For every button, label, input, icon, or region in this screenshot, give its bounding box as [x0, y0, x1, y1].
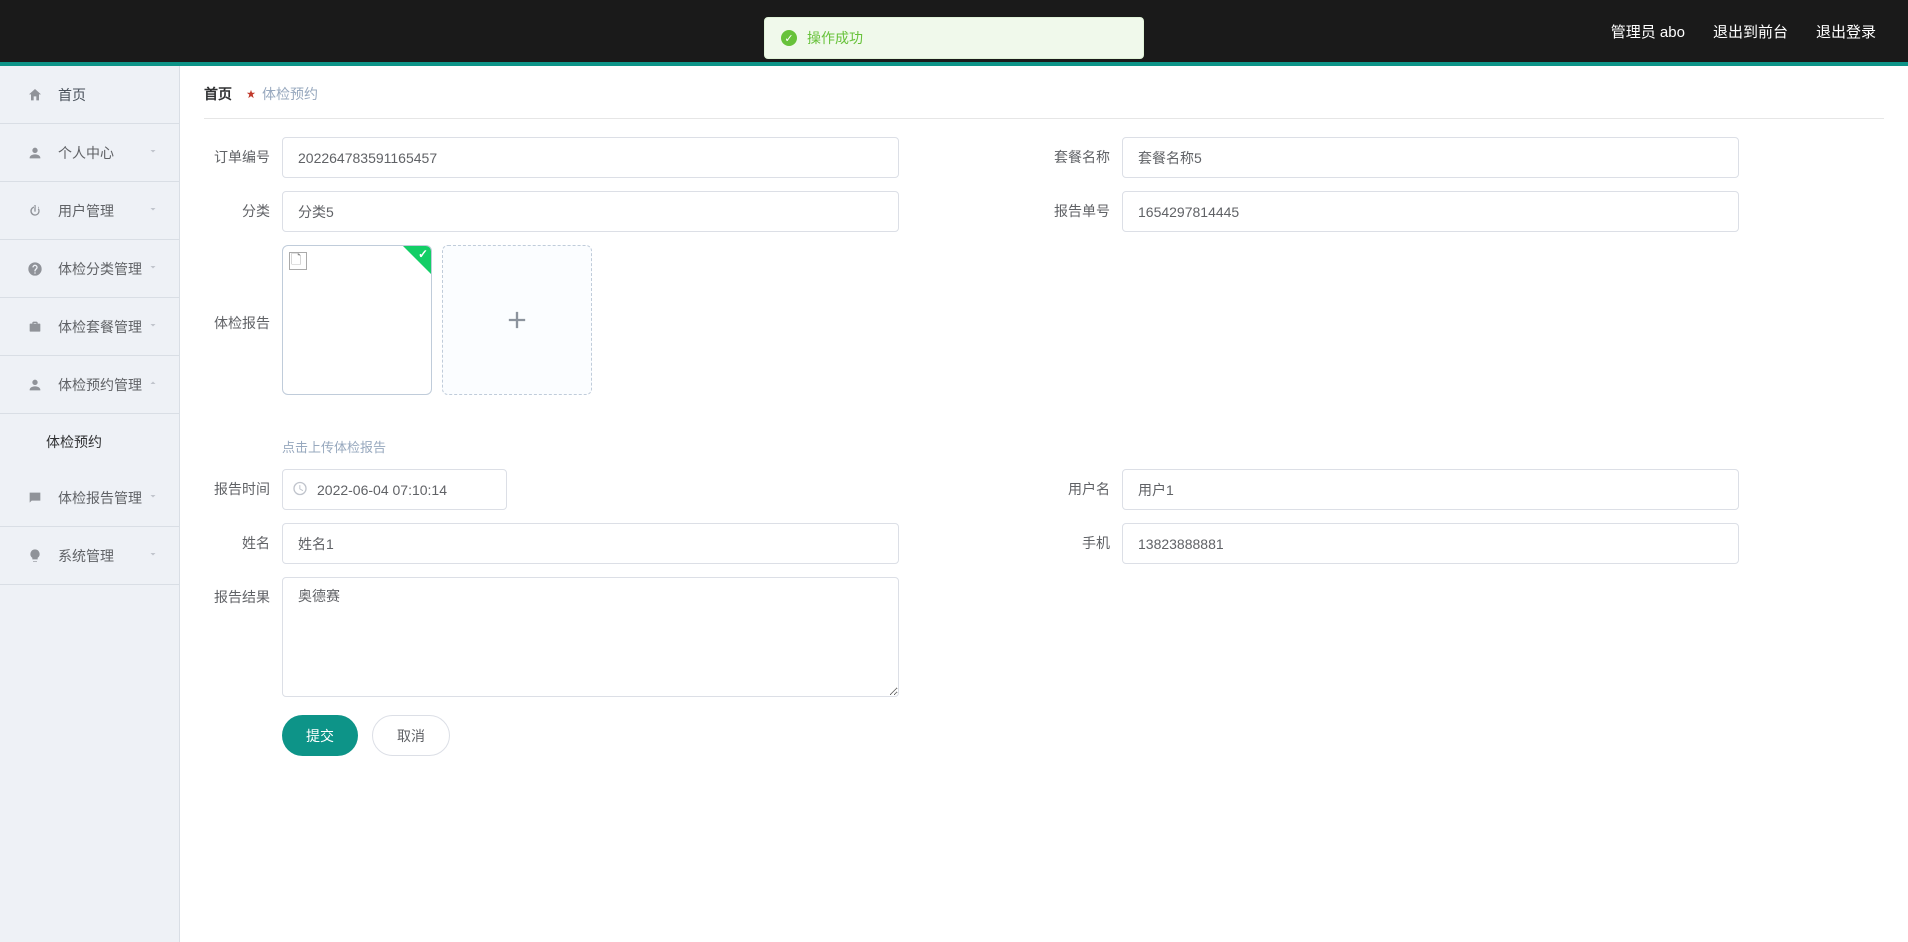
sidebar-item-category[interactable]: 体检分类管理 [0, 240, 179, 298]
sidebar-subitem-label: 体检预约 [46, 432, 102, 452]
sidebar-home-label: 首页 [58, 85, 86, 105]
home-icon [26, 87, 44, 103]
broken-image-icon [289, 252, 307, 270]
bulb-icon [26, 548, 44, 564]
chevron-up-icon [147, 377, 159, 392]
user-icon [26, 377, 44, 393]
user-icon [26, 145, 44, 161]
upload-add-button[interactable] [442, 245, 592, 395]
sidebar-item-label: 用户管理 [58, 201, 114, 221]
upload-area [282, 245, 1044, 395]
logout-link[interactable]: 退出登录 [1816, 21, 1876, 42]
submit-button[interactable]: 提交 [282, 715, 358, 756]
label-user: 用户名 [1044, 469, 1122, 499]
input-report-time[interactable] [282, 469, 507, 510]
toast-text: 操作成功 [807, 28, 863, 48]
exit-front-link[interactable]: 退出到前台 [1713, 21, 1788, 42]
main-content: 首页 体检预约 订单编号 套餐名称 分类 [180, 66, 1908, 942]
breadcrumb-current: 体检预约 [262, 84, 318, 104]
sidebar-item-report[interactable]: 体检报告管理 [0, 469, 179, 527]
chevron-down-icon [147, 261, 159, 276]
textarea-result[interactable] [282, 577, 899, 697]
app-header: ✓ 操作成功 管理员 abo 退出到前台 退出登录 [0, 0, 1908, 66]
input-category[interactable] [282, 191, 899, 232]
plus-icon [503, 306, 531, 334]
sidebar-item-users[interactable]: 用户管理 [0, 182, 179, 240]
sidebar-item-label: 体检报告管理 [58, 488, 142, 508]
sidebar-item-label: 体检预约管理 [58, 375, 142, 395]
input-name[interactable] [282, 523, 899, 564]
briefcase-icon [26, 319, 44, 335]
breadcrumb: 首页 体检预约 [204, 66, 1884, 119]
breadcrumb-sep-icon [246, 87, 256, 102]
input-report-no[interactable] [1122, 191, 1739, 232]
chevron-down-icon [147, 319, 159, 334]
input-package-name[interactable] [1122, 137, 1739, 178]
chevron-down-icon [147, 203, 159, 218]
form: 订单编号 套餐名称 分类 报告单号 [204, 137, 1884, 756]
sidebar-item-booking[interactable]: 体检预约管理 [0, 356, 179, 414]
chevron-down-icon [147, 548, 159, 563]
label-order-no: 订单编号 [204, 137, 282, 167]
label-name: 姓名 [204, 523, 282, 553]
sidebar-item-label: 系统管理 [58, 546, 114, 566]
power-icon [26, 203, 44, 219]
input-order-no[interactable] [282, 137, 899, 178]
admin-label[interactable]: 管理员 abo [1611, 21, 1685, 42]
sidebar: 首页 个人中心 用户管理 体检分类管理 [0, 66, 180, 942]
sidebar-item-personal[interactable]: 个人中心 [0, 124, 179, 182]
question-icon [26, 261, 44, 277]
chevron-down-icon [147, 490, 159, 505]
label-phone: 手机 [1044, 523, 1122, 553]
label-report-file: 体检报告 [204, 245, 282, 333]
sidebar-subitem-booking[interactable]: 体检预约 [0, 414, 179, 469]
label-result: 报告结果 [204, 577, 282, 607]
clock-icon [292, 480, 308, 499]
input-phone[interactable] [1122, 523, 1739, 564]
upload-thumbnail[interactable] [282, 245, 432, 395]
cancel-button[interactable]: 取消 [372, 715, 450, 756]
sidebar-item-label: 体检分类管理 [58, 259, 142, 279]
chevron-down-icon [147, 145, 159, 160]
upload-tip: 点击上传体检报告 [282, 437, 1044, 456]
input-user[interactable] [1122, 469, 1739, 510]
breadcrumb-home[interactable]: 首页 [204, 84, 232, 104]
success-toast: ✓ 操作成功 [764, 17, 1144, 59]
sidebar-item-system[interactable]: 系统管理 [0, 527, 179, 585]
label-report-time: 报告时间 [204, 469, 282, 499]
sidebar-home[interactable]: 首页 [0, 66, 179, 124]
label-report-no: 报告单号 [1044, 191, 1122, 221]
check-circle-icon: ✓ [781, 30, 797, 46]
label-package-name: 套餐名称 [1044, 137, 1122, 167]
sidebar-item-label: 体检套餐管理 [58, 317, 142, 337]
sidebar-item-label: 个人中心 [58, 143, 114, 163]
chat-icon [26, 490, 44, 506]
label-category: 分类 [204, 191, 282, 221]
sidebar-item-package[interactable]: 体检套餐管理 [0, 298, 179, 356]
